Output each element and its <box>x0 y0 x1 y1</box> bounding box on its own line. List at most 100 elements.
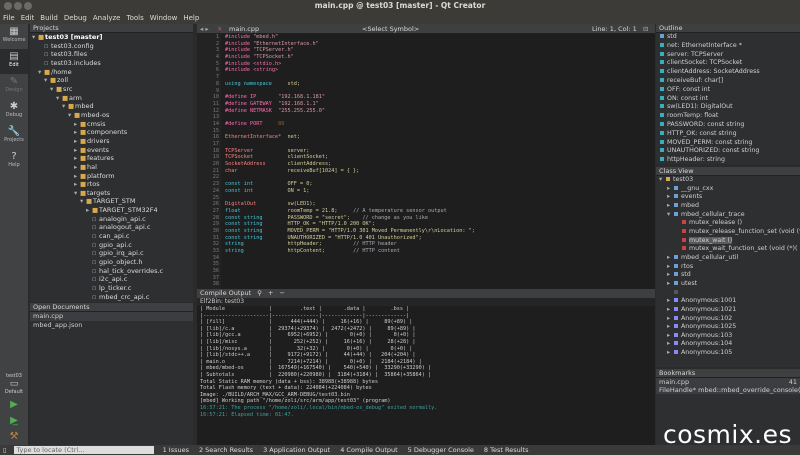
menu-debug[interactable]: Debug <box>61 12 90 24</box>
mode-edit[interactable]: ▤ Edit <box>0 49 28 74</box>
outline-item[interactable]: sw(LED1): DigitalOut <box>656 103 800 112</box>
output-filter-icon[interactable]: ⚲ <box>257 289 262 298</box>
mode-debug[interactable]: ✱ Debug <box>0 99 28 124</box>
class-view-item[interactable]: mutex_wait_function_set (void (*)( <box>656 245 800 254</box>
mode-design[interactable]: ✎ Design <box>0 74 28 99</box>
mode-projects[interactable]: 🔧 Projects <box>0 124 28 149</box>
tree-arrow-icon[interactable]: ▾ <box>667 211 674 220</box>
tree-file-item[interactable]: ▫ lp_ticker.c <box>30 284 193 293</box>
output-pane-button[interactable]: 5 Debugger Console <box>403 445 479 455</box>
class-view-item[interactable]: mutex_wait () <box>656 236 800 246</box>
class-view-item[interactable]: ▸ mbed <box>656 202 800 211</box>
tree-file-item[interactable]: ▫ analogout_api.c <box>30 223 193 232</box>
class-view-item[interactable]: ▸ mbed_cellular_util <box>656 254 800 263</box>
tree-file-item[interactable]: ▫ can_api.c <box>30 232 193 241</box>
class-view-item[interactable]: ▸ events <box>656 193 800 202</box>
close-document-icon[interactable]: ✕ <box>217 24 222 34</box>
outline-item[interactable]: httpHeader: string <box>656 156 800 164</box>
tree-arrow-icon[interactable]: ▸ <box>667 254 674 263</box>
tree-folder-item[interactable]: ▾ ■/home <box>30 68 193 77</box>
tree-file-item[interactable]: ▫ mbed_crc_api.c <box>30 293 193 302</box>
class-view-item[interactable]: mutex_release_function_set (void (*) <box>656 228 800 237</box>
locator-input[interactable]: Type to locate (Ctrl... <box>13 446 154 454</box>
outline-item[interactable]: clientAddress: SocketAddress <box>656 68 800 77</box>
tree-arrow-icon[interactable]: ▸ <box>667 280 674 289</box>
debug-run-icon[interactable]: ▶̲ <box>0 413 28 429</box>
open-document-item[interactable]: main.cpp <box>30 312 193 321</box>
tree-arrow-icon[interactable]: ▸ <box>667 263 674 272</box>
tree-folder-item[interactable]: ▾ ■mbed <box>30 102 193 111</box>
tree-folder-item[interactable]: ▾ ■test03 [master] <box>30 33 193 42</box>
outline-item[interactable]: HTTP_OK: const string <box>656 130 800 139</box>
menu-edit[interactable]: Edit <box>18 12 38 24</box>
tree-folder-item[interactable]: ▸ ■features <box>30 154 193 163</box>
tree-file-item[interactable]: ▫ gpio_object.h <box>30 258 193 267</box>
run-icon[interactable]: ▶ <box>0 397 28 413</box>
outline-item[interactable]: UNAUTHORIZED: const string <box>656 147 800 156</box>
class-view-item[interactable]: ▸ Anonymous:103 <box>656 332 800 341</box>
window-maximize-icon[interactable] <box>24 2 32 10</box>
outline-item[interactable]: OFF: const int <box>656 86 800 95</box>
build-hammer-icon[interactable]: ⚒ <box>0 429 28 445</box>
tree-arrow-icon[interactable]: ▸ <box>667 332 674 341</box>
split-icon[interactable]: ⊟ <box>643 24 648 34</box>
class-view-item[interactable]: ▸ Anonymous:1025 <box>656 323 800 332</box>
tree-folder-item[interactable]: ▾ ■zoll <box>30 76 193 85</box>
tree-folder-item[interactable]: ▾ ■src <box>30 85 193 94</box>
outline-item[interactable]: clientSocket: TCPSocket <box>656 59 800 68</box>
output-pane-button[interactable]: 4 Compile Output <box>335 445 402 455</box>
code-editor[interactable]: 1 2 3 4 5 6 7 8 9 10 11 12 13 14 15 16 17 18 19 20 21 22 23 24 2… <box>197 34 655 289</box>
class-view-item[interactable]: ▸ Anonymous:1021 <box>656 306 800 315</box>
symbol-selector[interactable]: <Select Symbol> <box>362 24 419 34</box>
output-pane-button[interactable]: 3 Application Output <box>258 445 335 455</box>
window-close-icon[interactable] <box>4 2 12 10</box>
tree-arrow-icon[interactable]: ▸ <box>667 323 674 332</box>
outline-item[interactable]: PASSWORD: const string <box>656 121 800 130</box>
menu-file[interactable]: File <box>0 12 18 24</box>
outline-item[interactable]: net: EthernetInterface * <box>656 42 800 51</box>
tree-folder-item[interactable]: ▸ ■drivers <box>30 137 193 146</box>
tree-folder-item[interactable]: ▾ ■mbed-os <box>30 111 193 120</box>
zoom-out-icon[interactable]: − <box>279 289 284 298</box>
class-view-item[interactable]: ▸ std <box>656 271 800 280</box>
tree-arrow-icon[interactable]: ▸ <box>667 349 674 358</box>
tree-arrow-icon[interactable]: ▸ <box>667 271 674 280</box>
mode-help[interactable]: ? Help <box>0 149 28 174</box>
zoom-in-icon[interactable]: + <box>268 289 273 298</box>
menu-window[interactable]: Window <box>147 12 181 24</box>
outline-item[interactable]: ON: const int <box>656 95 800 104</box>
tree-file-item[interactable]: ▫mbed_overrides.c <box>30 301 193 302</box>
class-view-item[interactable]: ▾ test03 <box>656 176 800 185</box>
output-tab-label[interactable]: Compile Output <box>200 289 251 298</box>
menu-tools[interactable]: Tools <box>123 12 146 24</box>
sidebar-toggle-icon[interactable]: ▯ <box>0 445 10 455</box>
tree-arrow-icon[interactable]: ▾ <box>659 176 666 185</box>
tree-folder-item[interactable]: ▾ ■targets <box>30 189 193 198</box>
tree-folder-item[interactable]: ▸ ■components <box>30 128 193 137</box>
tree-arrow-icon[interactable]: ▸ <box>667 202 674 211</box>
mode-welcome[interactable]: ▦ Welcome <box>0 24 28 49</box>
output-pane-button[interactable]: 2 Search Results <box>194 445 258 455</box>
tree-file-item[interactable]: ▫ gpio_api.c <box>30 241 193 250</box>
tree-arrow-icon[interactable]: ▸ <box>667 185 674 194</box>
menu-analyze[interactable]: Analyze <box>90 12 124 24</box>
tree-file-item[interactable]: ▫ gpio_irq_api.c <box>30 249 193 258</box>
outline-item[interactable]: server: TCPServer <box>656 51 800 60</box>
open-document-item[interactable]: mbed_app.json <box>30 321 193 330</box>
class-view-item[interactable]: ▸ Anonymous:102 <box>656 315 800 324</box>
bookmark-item[interactable]: main.cpp 41 FileHandle* mbed::mbed_overr… <box>656 378 800 394</box>
window-minimize-icon[interactable] <box>14 2 22 10</box>
class-view-item[interactable]: ▸ Anonymous:105 <box>656 349 800 358</box>
class-view-item[interactable]: ▸ utest <box>656 280 800 289</box>
editor-tab[interactable]: main.cpp <box>229 24 259 34</box>
tree-folder-item[interactable]: ▸ ■rtos <box>30 180 193 189</box>
nav-back-icon[interactable]: ◂ ▸ <box>200 24 209 34</box>
tree-folder-item[interactable]: ▾ ■TARGET_STM <box>30 197 193 206</box>
tree-folder-item[interactable]: ▸ ■events <box>30 146 193 155</box>
output-pane-button[interactable]: 8 Test Results <box>479 445 534 455</box>
class-view-item[interactable]: mutex_release () <box>656 219 800 228</box>
tree-file-item[interactable]: ▫ hal_tick_overrides.c <box>30 267 193 276</box>
tree-arrow-icon[interactable]: ▸ <box>667 315 674 324</box>
outline-item[interactable]: MOVED_PERM: const string <box>656 139 800 148</box>
tree-folder-item[interactable]: ▸ ■TARGET_STM32F4 <box>30 206 193 215</box>
